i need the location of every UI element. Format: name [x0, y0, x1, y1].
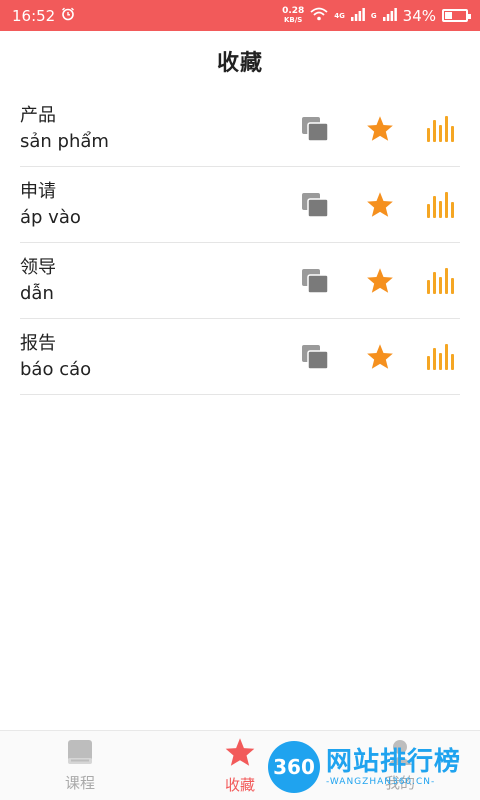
list-item[interactable]: 领导 dẫn: [20, 243, 460, 319]
star-icon: [224, 737, 256, 771]
network-type-label: 4G: [334, 11, 345, 20]
favorites-list: 产品 sản phẩm 申请 áp vào 领导 dẫn 报告 báo cáo: [20, 91, 460, 395]
star-icon[interactable]: [360, 337, 400, 377]
network-type-label-2: G: [370, 11, 377, 20]
item-vietnamese: áp vào: [20, 206, 81, 228]
list-item[interactable]: 产品 sản phẩm: [20, 91, 460, 167]
watermark-title: 网站排行榜: [326, 747, 462, 777]
status-time: 16:52: [12, 6, 56, 25]
watermark-subtitle: -WANGZHAN360.CN-: [326, 777, 436, 787]
nav-courses[interactable]: 课程: [0, 731, 160, 800]
list-item[interactable]: 申请 áp vào: [20, 167, 460, 243]
item-chinese: 产品: [20, 104, 56, 126]
item-vietnamese: sản phẩm: [20, 130, 109, 152]
star-icon[interactable]: [360, 261, 400, 301]
battery-icon: [442, 9, 471, 22]
signal-icon: [350, 7, 365, 25]
item-vietnamese: dẫn: [20, 282, 54, 304]
copy-icon[interactable]: [295, 337, 335, 377]
bar-chart-icon[interactable]: [420, 261, 460, 301]
bar-chart-icon[interactable]: [420, 185, 460, 225]
page-title: 收藏: [216, 51, 263, 76]
book-icon: [66, 739, 94, 769]
item-chinese: 申请: [20, 180, 56, 202]
signal-icon-2: [382, 7, 397, 25]
page-header: 收藏: [0, 31, 480, 91]
item-vietnamese: báo cáo: [20, 358, 92, 380]
net-speed: 0.28 KB/S: [282, 5, 305, 24]
status-bar: 16:52 0.28 KB/S 4G G 34%: [0, 0, 480, 31]
list-item[interactable]: 报告 báo cáo: [20, 319, 460, 395]
nav-courses-label: 课程: [64, 773, 95, 792]
copy-icon[interactable]: [295, 109, 335, 149]
star-icon[interactable]: [360, 109, 400, 149]
nav-favorites-label: 收藏: [224, 775, 255, 794]
bar-chart-icon[interactable]: [420, 109, 460, 149]
copy-icon[interactable]: [295, 261, 335, 301]
watermark-circle: 360: [268, 741, 320, 793]
alarm-icon: [61, 7, 75, 25]
bar-chart-icon[interactable]: [420, 337, 460, 377]
battery-percent: 34%: [402, 6, 436, 25]
item-chinese: 领导: [20, 256, 56, 278]
copy-icon[interactable]: [295, 185, 335, 225]
item-chinese: 报告: [20, 332, 56, 354]
wifi-icon: [310, 7, 328, 25]
watermark-logo: 360 网站排行榜 -WANGZHAN360.CN-: [268, 736, 478, 798]
star-icon[interactable]: [360, 185, 400, 225]
